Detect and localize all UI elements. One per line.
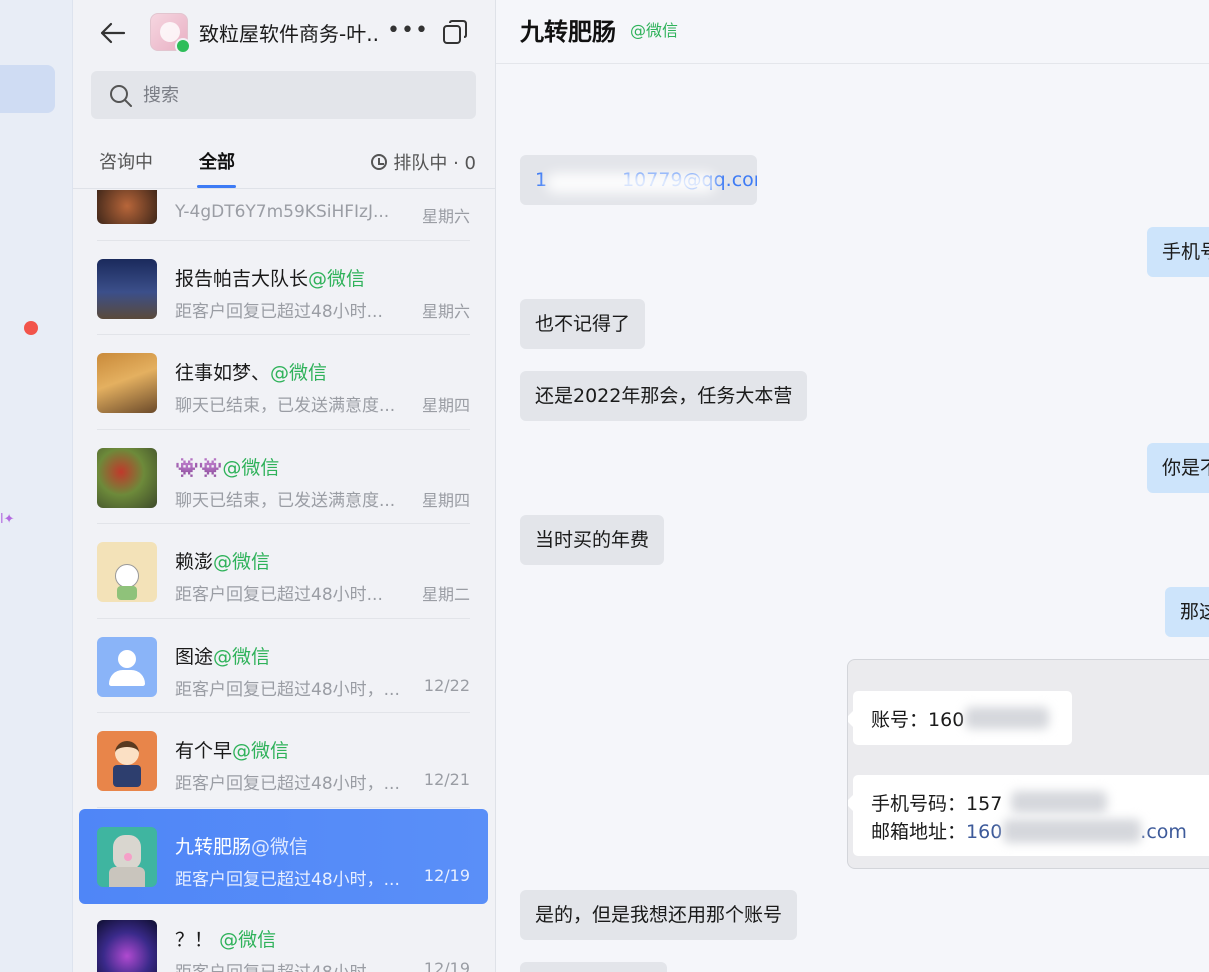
conversation-date: 12/21: [423, 770, 470, 789]
queue-label: 排队中 · 0: [393, 153, 476, 174]
redaction-mask: [1011, 791, 1107, 813]
conversation-item[interactable]: ？！ @微信 距客户回复已超过48小时，... 12/19: [79, 902, 488, 972]
message-incoming: 110779@qq.com: [520, 155, 757, 205]
conversation-date: 12/19: [423, 959, 470, 972]
phone-line: 手机号码：157: [871, 793, 1003, 815]
online-status-dot: [175, 38, 191, 54]
divider: [97, 806, 470, 808]
message-outgoing: 你是不: [1147, 443, 1209, 493]
clock-icon: [371, 154, 388, 170]
message-outgoing: 手机号: [1147, 227, 1209, 277]
conversation-item[interactable]: 有个早@微信 距客户回复已超过48小时，... 12/21: [79, 713, 488, 808]
contact-avatar: [97, 190, 157, 224]
conversation-name: 往事如梦、@微信: [175, 362, 328, 384]
conversation-preview: 距客户回复已超过48小时，...: [175, 870, 400, 890]
conversation-list: Y-4gDT6Y7m59KSiHFIzJ... 星期六 报告帕吉大队长@微信 距…: [73, 190, 495, 972]
store-title[interactable]: 致粒屋软件商务-叶...: [199, 18, 381, 47]
conversation-preview: 聊天已结束，已发送满意度...: [175, 396, 396, 416]
conversation-name: 九转肥肠@微信: [175, 836, 309, 858]
conversation-date: 星期二: [421, 585, 470, 604]
conversation-name: 👾👾@微信: [175, 456, 280, 479]
account-bubble: 账号：160: [848, 691, 1072, 745]
nav-strip: l✦: [0, 0, 73, 972]
chat-contact-name: 九转肥肠: [520, 18, 616, 46]
sparkle-icon: l✦: [0, 512, 15, 527]
conversation-date: 星期四: [421, 396, 470, 415]
info-card: 账号：160 手机号码：157 邮箱地址：160 .com: [847, 659, 1209, 869]
conversation-name: 图途@微信: [175, 645, 271, 668]
redaction-mask: [546, 173, 716, 193]
new-window-icon[interactable]: [441, 18, 469, 46]
conversation-preview: 距客户回复已超过48小时，...: [175, 958, 403, 972]
conversation-preview: 距客户回复已超过48小时，...: [175, 774, 400, 794]
conversation-date: 星期四: [421, 490, 470, 510]
conversation-name: 赖澎@微信: [175, 551, 271, 573]
contact-bubble: 手机号码：157 邮箱地址：160 .com: [848, 775, 1209, 856]
account-line: 账号：160: [871, 709, 965, 731]
search-input[interactable]: [143, 71, 463, 119]
tab-consulting[interactable]: 咨询中: [99, 148, 153, 174]
conversation-preview: 距客户回复已超过48小时...: [175, 585, 383, 605]
contact-avatar: [97, 353, 157, 413]
conversation-item[interactable]: 赖澎@微信 距客户回复已超过48小时... 星期二: [79, 524, 488, 619]
more-icon[interactable]: •••: [387, 18, 429, 43]
conversation-item[interactable]: 👾👾@微信 聊天已结束，已发送满意度... 星期四: [79, 430, 488, 524]
notification-dot: [24, 321, 38, 335]
conversation-name: 报告帕吉大队长@微信: [175, 267, 366, 290]
conversation-date: 12/19: [423, 866, 470, 885]
message-incoming-partial: [520, 962, 667, 972]
conversation-item[interactable]: 往事如梦、@微信 聊天已结束，已发送满意度... 星期四: [79, 335, 488, 430]
conversation-name: ？！ @微信: [175, 929, 277, 951]
conversation-preview: 聊天已结束，已发送满意度...: [175, 490, 396, 511]
queue-status[interactable]: 排队中 · 0: [371, 149, 476, 175]
contact-avatar: [97, 447, 157, 508]
conversation-preview: Y-4gDT6Y7m59KSiHFIzJ...: [175, 202, 390, 222]
nav-strip-active-item[interactable]: [0, 65, 55, 113]
active-tab-indicator: [197, 185, 236, 188]
conversation-item[interactable]: 报告帕吉大队长@微信 距客户回复已超过48小时... 星期六: [79, 241, 488, 335]
tab-bar: 咨询中 全部 排队中 · 0: [73, 135, 495, 189]
search-box[interactable]: [91, 71, 476, 119]
conversation-item[interactable]: 图途@微信 距客户回复已超过48小时，... 12/22: [79, 619, 488, 713]
contact-avatar: [97, 542, 157, 602]
redaction-mask: [1003, 819, 1141, 843]
message-outgoing: 那这: [1165, 587, 1209, 637]
chat-contact-source: @微信: [630, 21, 679, 40]
conversation-name: 有个早@微信: [175, 740, 290, 762]
contact-avatar: [97, 920, 157, 972]
conversation-preview: 距客户回复已超过48小时...: [175, 301, 383, 322]
conversation-item-active[interactable]: 九转肥肠@微信 距客户回复已超过48小时，... 12/19: [79, 809, 488, 904]
conversation-panel: 致粒屋软件商务-叶... ••• 咨询中 全部 排队中 · 0 Y-4gDT6Y…: [73, 0, 496, 972]
contact-avatar: [97, 258, 157, 319]
conversation-date: 12/22: [423, 675, 470, 695]
message-incoming: 是的，但是我想还用那个账号: [520, 890, 798, 940]
contact-avatar: [97, 827, 157, 887]
chat-header: 九转肥肠 @微信: [496, 0, 1209, 64]
conversation-preview: 距客户回复已超过48小时，...: [175, 679, 400, 700]
message-incoming: 还是2022年那会，任务大本营: [520, 371, 808, 421]
chat-area: 九转肥肠 @微信 110779@qq.com 手机号 也不记得了 还是2022年…: [496, 0, 1209, 972]
search-icon: [110, 85, 132, 107]
conversation-item[interactable]: Y-4gDT6Y7m59KSiHFIzJ... 星期六: [79, 190, 488, 241]
message-incoming: 当时买的年费: [520, 515, 665, 565]
message-incoming: 也不记得了: [520, 299, 646, 349]
contact-avatar: [97, 731, 157, 791]
tab-all[interactable]: 全部: [199, 148, 235, 174]
back-arrow-icon[interactable]: [97, 18, 127, 48]
conversation-date: 星期六: [421, 301, 470, 321]
default-user-avatar: [97, 636, 157, 697]
conversation-date: 星期六: [421, 207, 470, 226]
redaction-mask: [965, 707, 1049, 729]
